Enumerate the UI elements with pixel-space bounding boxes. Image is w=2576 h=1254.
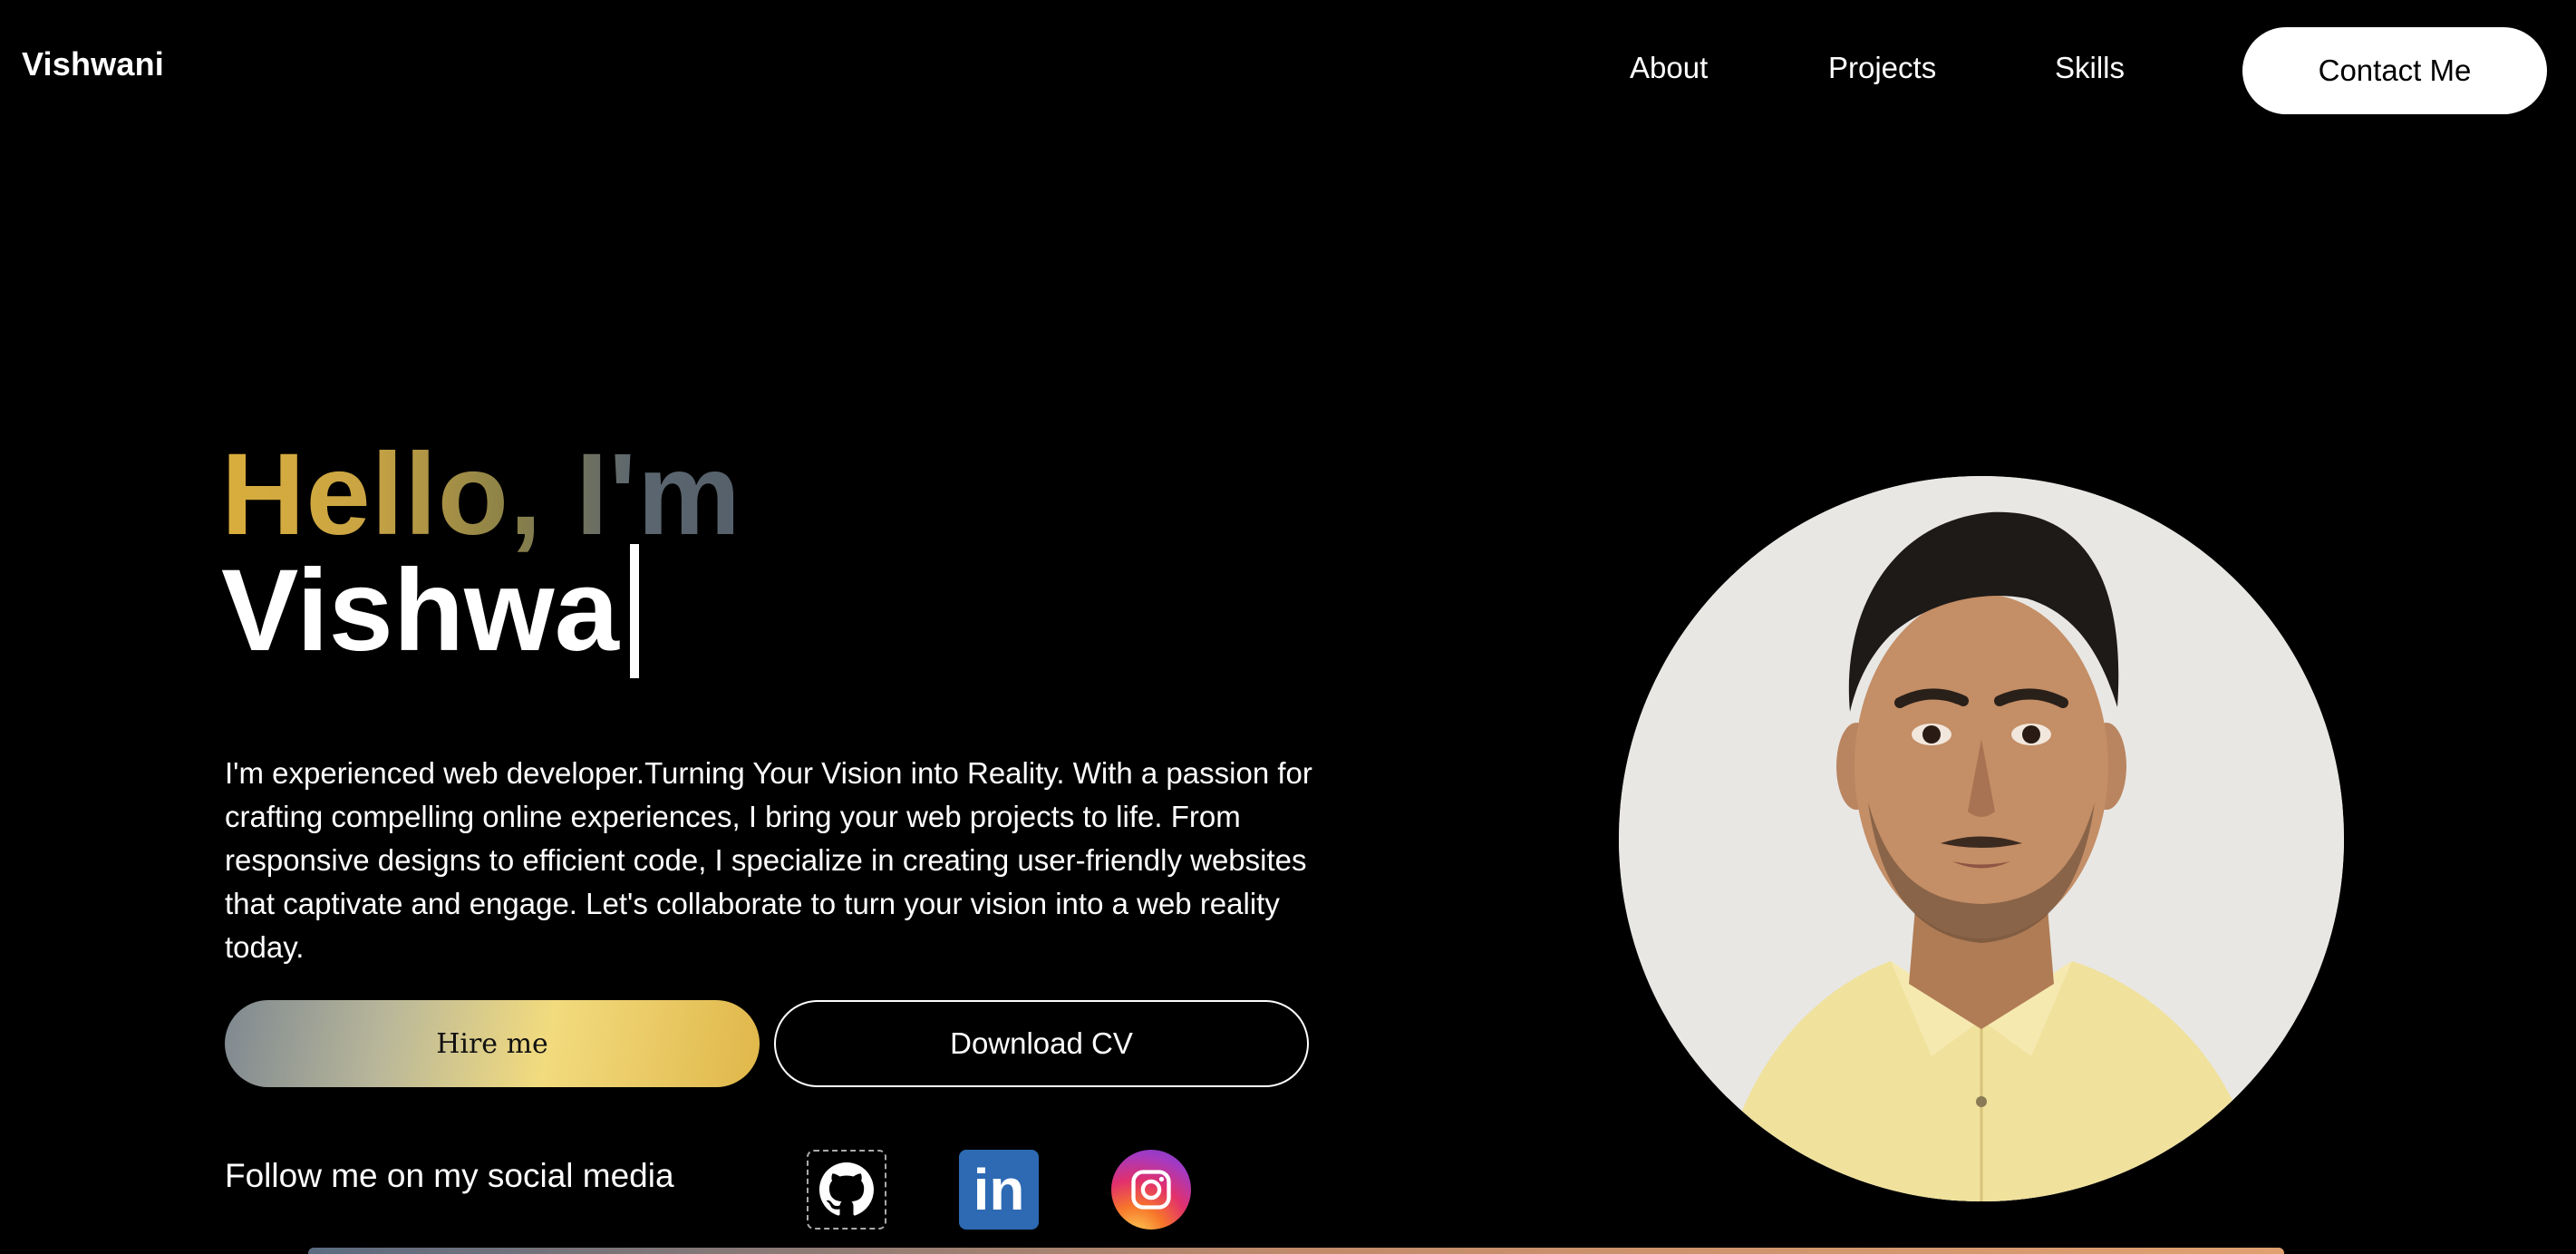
linkedin-icon[interactable]: in: [959, 1150, 1039, 1230]
github-icon[interactable]: [807, 1150, 886, 1230]
hero-greeting: Hello, I'm: [221, 430, 741, 559]
linkedin-glyph: in: [973, 1157, 1025, 1222]
hire-me-button[interactable]: Hire me: [225, 1000, 760, 1087]
profile-photo: [1619, 476, 2344, 1201]
nav-about[interactable]: About: [1630, 51, 1708, 85]
bottom-edge-strip: [308, 1248, 2284, 1254]
nav-projects[interactable]: Projects: [1828, 51, 1936, 85]
hero-typed-name: Vishwa: [221, 546, 619, 676]
contact-me-button[interactable]: Contact Me: [2242, 27, 2547, 114]
typing-caret: [629, 544, 639, 678]
hero-intro: I'm experienced web developer.Turning Yo…: [225, 756, 1312, 964]
social-label: Follow me on my social media: [225, 1157, 674, 1194]
github-glyph: [819, 1162, 874, 1216]
nav-skills[interactable]: Skills: [2055, 51, 2125, 85]
site-logo[interactable]: Vishwani: [22, 45, 164, 83]
download-cv-button[interactable]: Download CV: [774, 1000, 1309, 1087]
profile-portrait-illustration: [1619, 476, 2344, 1201]
instagram-glyph: [1131, 1170, 1171, 1210]
instagram-icon[interactable]: [1111, 1150, 1191, 1230]
hero-name-line: Vishwa: [221, 544, 639, 678]
